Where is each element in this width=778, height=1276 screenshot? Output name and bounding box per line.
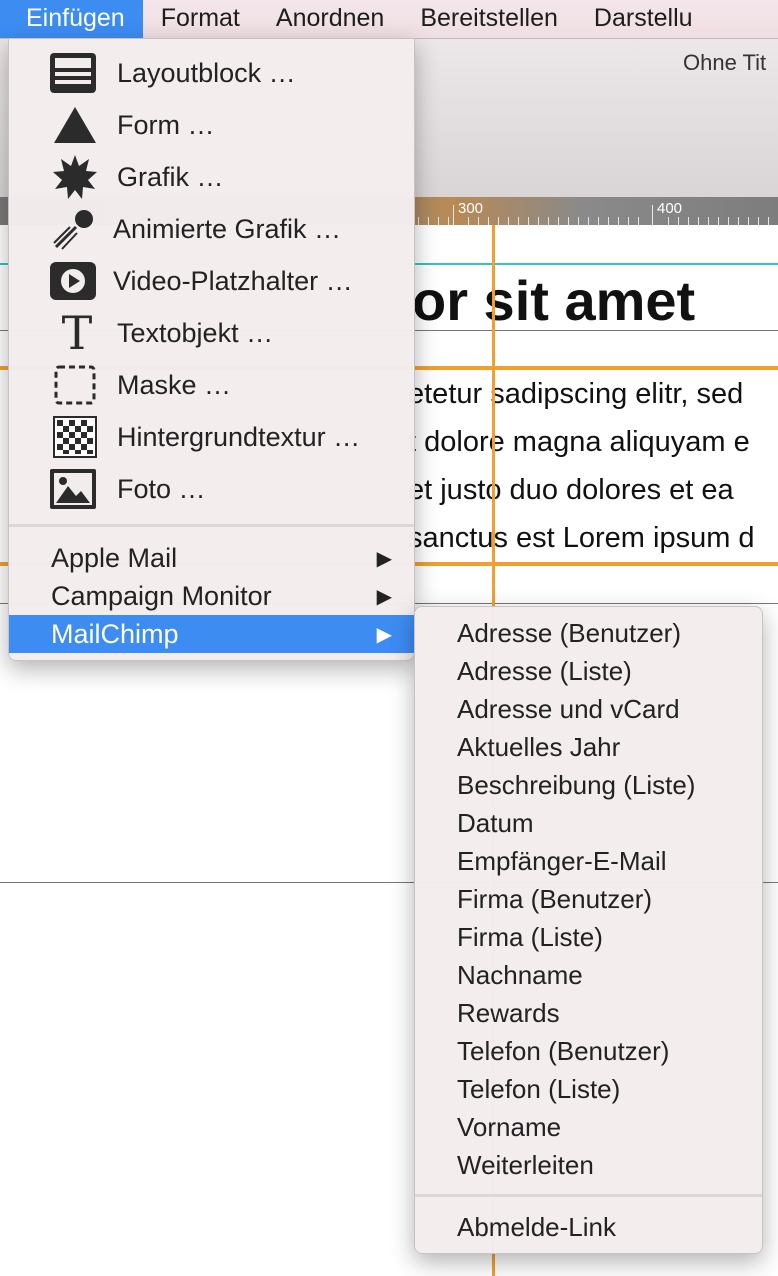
menu-item-video-platzhalter[interactable]: Video-Platzhalter … xyxy=(9,255,414,307)
insert-menu: Layoutblock … Form … Grafik … Animierte … xyxy=(8,38,415,661)
submenu-item-nachname[interactable]: Nachname xyxy=(457,956,583,994)
ruler-label-300: 300 xyxy=(458,200,484,217)
menu-separator xyxy=(415,1194,762,1197)
submenu-arrow-icon: ▶ xyxy=(376,585,392,608)
submenu-item-firma-liste[interactable]: Firma (Liste) xyxy=(457,918,603,956)
menu-item-label: Hintergrundtextur … xyxy=(117,421,361,452)
submenu-item-datum[interactable]: Datum xyxy=(457,804,534,842)
menu-item-maske[interactable]: Maske … xyxy=(9,359,414,411)
ruler-label-400: 400 xyxy=(657,200,683,217)
starburst-graphic-icon xyxy=(51,153,99,201)
triangle-shape-icon xyxy=(51,101,99,149)
menu-item-hintergrundtextur[interactable]: Hintergrundtextur … xyxy=(9,411,414,463)
body-line-1[interactable]: etetur sadipscing elitr, sed xyxy=(408,378,743,411)
menu-item-grafik[interactable]: Grafik … xyxy=(9,151,414,203)
menu-format[interactable]: Format xyxy=(143,0,258,38)
menu-item-label: Maske … xyxy=(117,369,232,400)
submenu-item-empfaenger-email[interactable]: Empfänger-E-Mail xyxy=(457,842,667,880)
menu-bar: Einfügen Format Anordnen Bereitstellen D… xyxy=(0,0,778,39)
submenu-item-weiterleiten[interactable]: Weiterleiten xyxy=(457,1146,594,1184)
menu-anordnen[interactable]: Anordnen xyxy=(258,0,402,38)
menu-bereitstellen[interactable]: Bereitstellen xyxy=(402,0,576,38)
menu-item-apple-mail[interactable]: Apple Mail ▶ xyxy=(9,539,414,577)
submenu-item-rewards[interactable]: Rewards xyxy=(457,994,560,1032)
menu-item-animierte-grafik[interactable]: Animierte Grafik … xyxy=(9,203,414,255)
submenu-item-adresse-benutzer[interactable]: Adresse (Benutzer) xyxy=(457,614,681,652)
submenu-arrow-icon: ▶ xyxy=(376,623,392,646)
submenu-item-adresse-liste[interactable]: Adresse (Liste) xyxy=(457,652,632,690)
window-title: Ohne Tit xyxy=(683,50,767,75)
menu-einfuegen[interactable]: Einfügen xyxy=(0,0,143,38)
menu-item-textobjekt[interactable]: T Textobjekt … xyxy=(9,306,414,360)
submenu-arrow-icon: ▶ xyxy=(376,547,392,570)
body-line-2[interactable]: t dolore magna aliquyam e xyxy=(408,426,750,459)
submenu-item-vorname[interactable]: Vorname xyxy=(457,1108,561,1146)
mask-dashed-icon xyxy=(51,361,99,409)
menu-item-layoutblock[interactable]: Layoutblock … xyxy=(9,47,414,99)
text-t-icon: T xyxy=(61,306,93,360)
submenu-item-firma-benutzer[interactable]: Firma (Benutzer) xyxy=(457,880,652,918)
video-play-icon xyxy=(49,257,97,305)
body-line-3[interactable]: et justo duo dolores et ea xyxy=(408,474,734,507)
document-headline[interactable]: or sit amet xyxy=(412,268,695,333)
menu-item-label: Apple Mail xyxy=(51,542,178,573)
menu-item-label: Video-Platzhalter … xyxy=(113,265,353,296)
menu-item-label: Animierte Grafik … xyxy=(113,213,342,244)
menu-item-mailchimp[interactable]: MailChimp ▶ xyxy=(9,615,414,653)
menu-item-label: MailChimp xyxy=(51,618,179,649)
submenu-item-beschreibung-liste[interactable]: Beschreibung (Liste) xyxy=(457,766,695,804)
submenu-item-abmelde-link[interactable]: Abmelde-Link xyxy=(457,1208,616,1246)
menu-darstellung[interactable]: Darstellu xyxy=(576,0,711,38)
menu-item-label: Form … xyxy=(117,109,215,140)
body-line-4[interactable]: sanctus est Lorem ipsum d xyxy=(408,522,755,555)
menu-item-label: Layoutblock … xyxy=(117,57,296,88)
menu-item-label: Campaign Monitor xyxy=(51,580,272,611)
menu-item-label: Grafik … xyxy=(117,161,224,192)
submenu-item-adresse-vcard[interactable]: Adresse und vCard xyxy=(457,690,680,728)
submenu-item-aktuelles-jahr[interactable]: Aktuelles Jahr xyxy=(457,728,620,766)
animated-graphic-icon xyxy=(49,205,97,253)
menu-item-label: Textobjekt … xyxy=(117,317,274,348)
menu-separator xyxy=(9,524,414,527)
checkerboard-texture-icon xyxy=(51,413,99,461)
photo-icon xyxy=(49,465,97,513)
menu-item-label: Foto … xyxy=(117,473,206,504)
menu-item-form[interactable]: Form … xyxy=(9,99,414,151)
submenu-item-telefon-benutzer[interactable]: Telefon (Benutzer) xyxy=(457,1032,669,1070)
mailchimp-submenu: Adresse (Benutzer) Adresse (Liste) Adres… xyxy=(414,606,763,1254)
menu-item-campaign-monitor[interactable]: Campaign Monitor ▶ xyxy=(9,577,414,615)
menu-item-foto[interactable]: Foto … xyxy=(9,463,414,515)
submenu-item-telefon-liste[interactable]: Telefon (Liste) xyxy=(457,1070,620,1108)
layout-block-icon xyxy=(49,49,97,97)
